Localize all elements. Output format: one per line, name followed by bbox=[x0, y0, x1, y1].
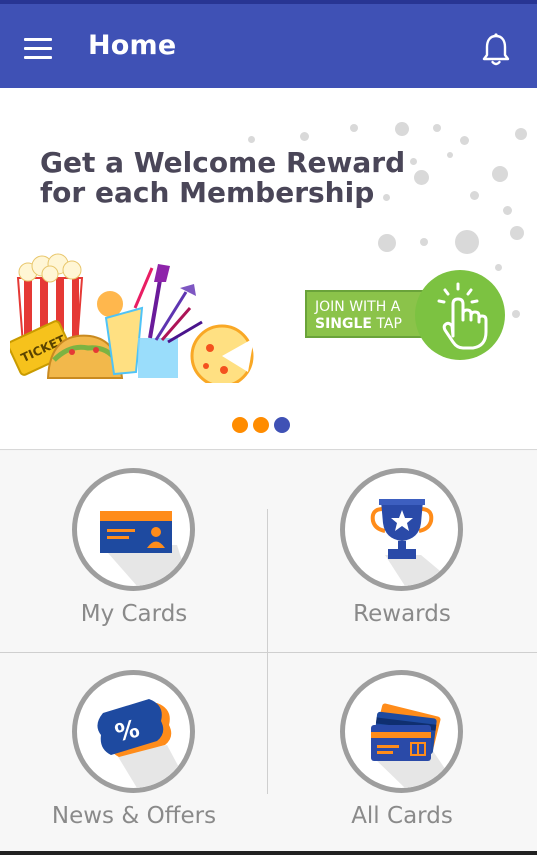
pager-dot-1[interactable] bbox=[232, 417, 248, 433]
grid-divider-vertical bbox=[267, 509, 268, 794]
tile-all-cards[interactable]: All Cards bbox=[268, 653, 536, 855]
pager-dot-2[interactable] bbox=[253, 417, 269, 433]
cta-tap: TAP bbox=[371, 316, 402, 332]
bell-icon[interactable] bbox=[480, 32, 512, 68]
tap-circle bbox=[415, 270, 505, 360]
banner-headline: Get a Welcome Reward for each Membership bbox=[40, 148, 405, 208]
tile-my-cards[interactable]: My Cards bbox=[0, 451, 268, 653]
cta-line1: JOIN WITH A bbox=[315, 299, 401, 315]
page-title: Home bbox=[88, 30, 177, 61]
credit-cards-icon bbox=[340, 670, 463, 793]
grid-divider-horizontal bbox=[0, 652, 537, 653]
tile-label: Rewards bbox=[353, 601, 451, 627]
pager-dot-3-active[interactable] bbox=[274, 417, 290, 433]
snacks-illustration: TICKET bbox=[10, 253, 254, 383]
join-single-tap-button[interactable]: JOIN WITH A SINGLE TAP bbox=[305, 270, 505, 362]
tile-label: News & Offers bbox=[51, 803, 217, 829]
banner-headline-line2: for each Membership bbox=[40, 176, 375, 209]
cta-single: SINGLE bbox=[315, 316, 372, 332]
id-card-icon bbox=[72, 468, 195, 591]
trophy-icon bbox=[340, 468, 463, 591]
tile-rewards[interactable]: Rewards bbox=[268, 451, 536, 653]
tile-label: My Cards bbox=[80, 601, 188, 627]
discount-tag-icon: % bbox=[72, 670, 195, 793]
tile-news-offers[interactable]: % News & Offers bbox=[0, 653, 268, 855]
carousel-pager bbox=[232, 417, 295, 438]
bottom-edge bbox=[0, 851, 537, 855]
hamburger-menu-icon[interactable] bbox=[24, 38, 54, 60]
app-bar: Home bbox=[0, 0, 537, 88]
promo-banner-carousel[interactable]: Get a Welcome Reward for each Membership… bbox=[0, 88, 537, 450]
tile-label: All Cards bbox=[351, 803, 453, 829]
tap-hand-icon bbox=[437, 282, 488, 350]
home-menu-grid: My Cards Rewards % News & Offers All Car… bbox=[0, 451, 537, 855]
cta-line2: SINGLE TAP bbox=[315, 316, 402, 332]
banner-headline-line1: Get a Welcome Reward bbox=[40, 146, 406, 179]
